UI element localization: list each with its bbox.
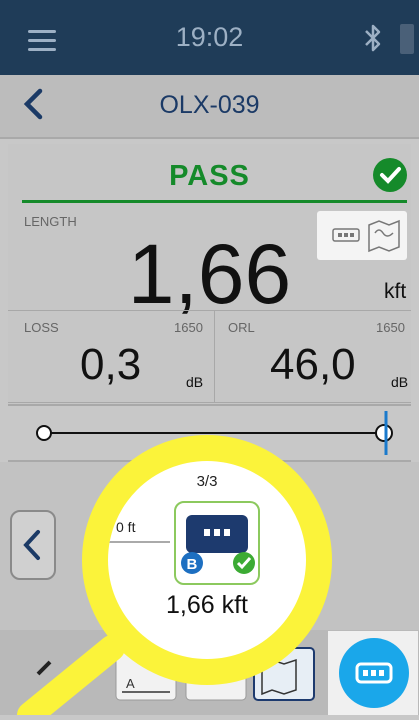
event-page-indicator: 3/3 (196, 473, 218, 490)
check-icon (233, 552, 255, 574)
divider (214, 310, 215, 402)
end-marker (375, 424, 393, 442)
pass-verdict: PASS (169, 160, 250, 192)
battery-icon (400, 24, 414, 54)
check-icon (373, 158, 407, 192)
fab-device-button[interactable] (339, 638, 409, 708)
svg-text:A: A (126, 676, 135, 691)
fiber-segment (108, 541, 170, 543)
loss-value: 0,3 (80, 340, 142, 389)
clock: 19:02 (175, 22, 244, 52)
title-bar: OLX-039 (0, 75, 419, 139)
map-view-button[interactable] (317, 211, 407, 260)
pencil-icon (36, 660, 52, 676)
start-marker (36, 425, 52, 441)
loss-label: LOSS (24, 320, 59, 335)
divider (8, 402, 411, 403)
divider (8, 310, 411, 311)
orl-wavelength: 1650 (376, 320, 405, 335)
orl-unit: dB (391, 374, 409, 390)
fab-device-icon (355, 662, 393, 684)
loss-unit: dB (186, 374, 204, 390)
svg-text:B: B (187, 556, 198, 573)
length-unit: kft (384, 280, 407, 303)
chevron-left-icon (23, 530, 40, 560)
loss-wavelength: 1650 (174, 320, 203, 335)
orl-value: 46,0 (270, 340, 356, 389)
status-bar: 19:02 (0, 0, 419, 75)
magnifier-lens: 3/3 0 ft B 1,66 kft (108, 461, 306, 659)
page-title: OLX-039 (159, 91, 260, 119)
element-distance: 1,66 kft (166, 591, 248, 619)
pass-underline (22, 200, 407, 203)
end-element-card[interactable]: B (174, 501, 260, 585)
bluetooth-icon (365, 24, 381, 52)
orl-label: ORL (228, 320, 255, 335)
map-icon (368, 219, 400, 253)
b-badge-icon: B (181, 552, 203, 574)
previous-event-button[interactable] (10, 510, 56, 580)
distance-label: 0 ft (116, 519, 136, 535)
connector-icon (332, 228, 360, 242)
